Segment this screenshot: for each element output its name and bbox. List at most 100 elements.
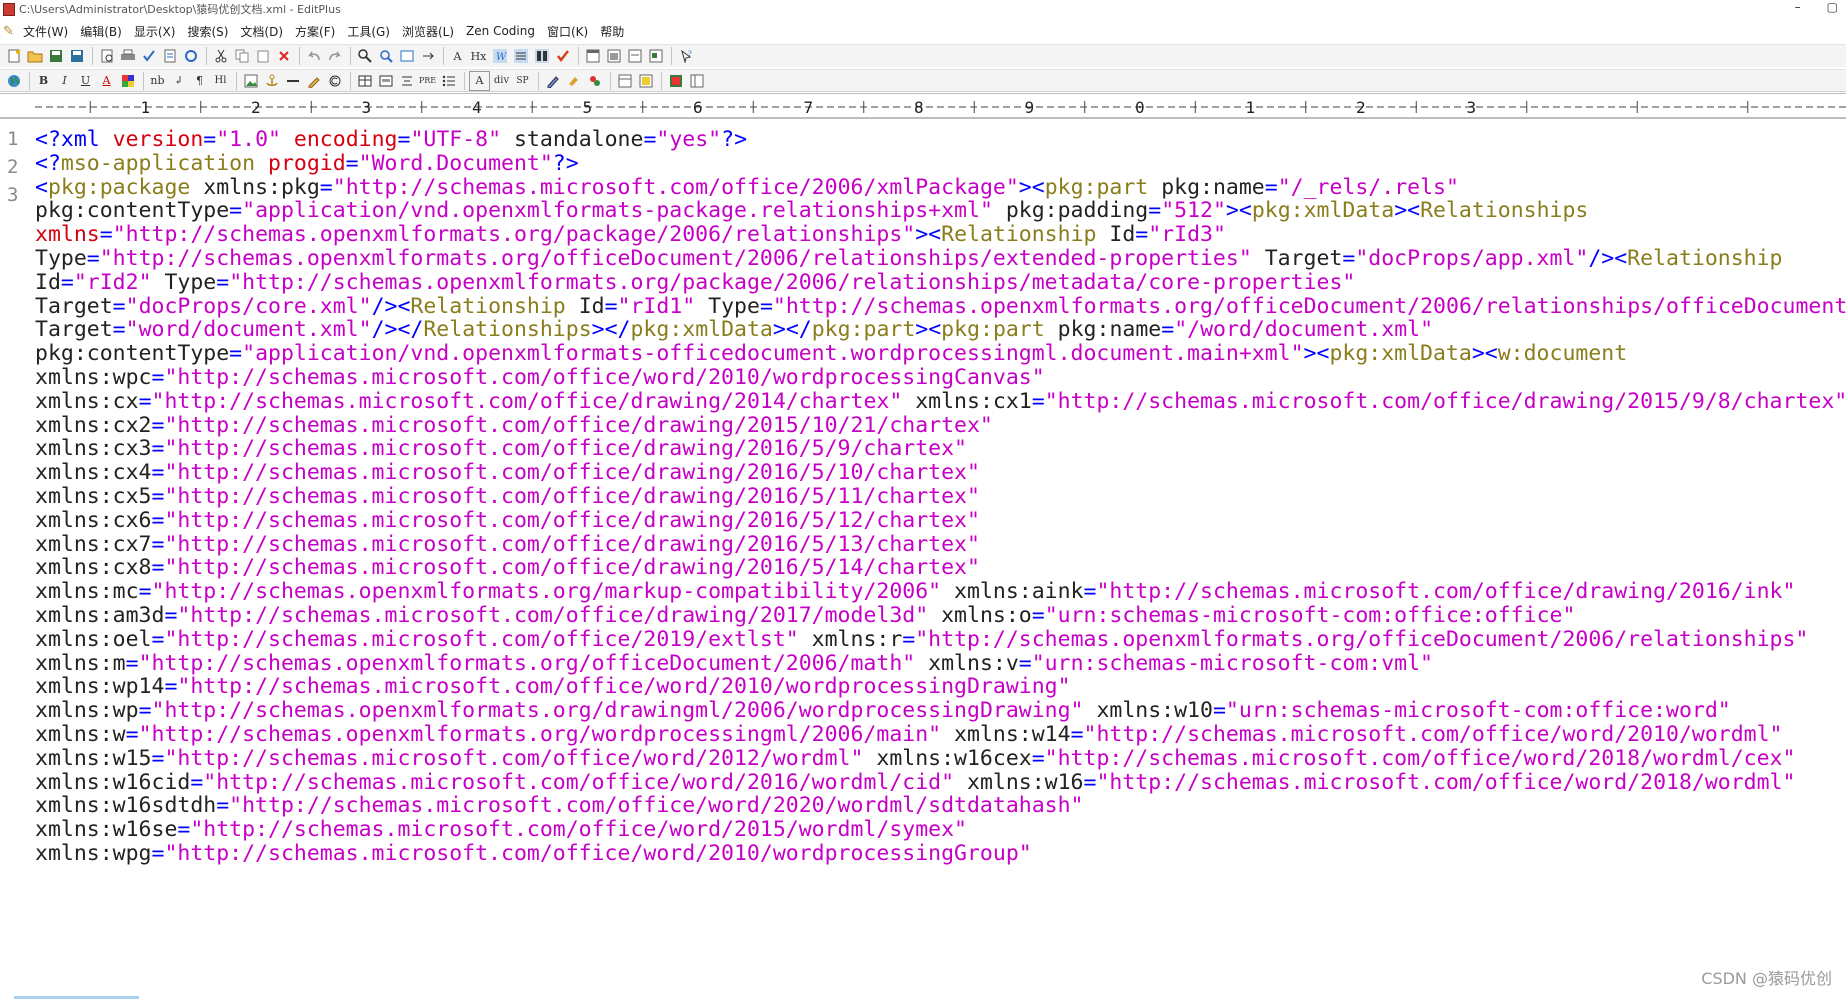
code-token: >< xyxy=(915,317,942,343)
goto-line-icon[interactable] xyxy=(418,47,437,65)
code-token: xmlns:pkg xyxy=(203,174,320,200)
code-token: xmlns:r xyxy=(798,626,903,652)
code-token: = xyxy=(151,507,165,533)
anchor-icon[interactable] xyxy=(262,72,281,90)
pre-button[interactable]: PRE xyxy=(418,72,437,90)
code-token: xmlns:cx8 xyxy=(35,555,152,581)
open-folder-icon[interactable] xyxy=(25,47,44,65)
menu-help[interactable]: 帮助 xyxy=(594,23,630,40)
css-edit-icon[interactable] xyxy=(543,72,562,90)
code-token: xmlns:aink xyxy=(941,579,1084,605)
help-icon[interactable]: ? xyxy=(676,47,695,65)
column-mode-icon[interactable] xyxy=(532,47,551,65)
directory-window-icon[interactable] xyxy=(646,47,665,65)
split-window-icon[interactable] xyxy=(604,47,623,65)
menu-browser[interactable]: 浏览器(L) xyxy=(396,23,460,40)
cut-icon[interactable] xyxy=(211,47,230,65)
check-mark-icon[interactable] xyxy=(553,47,572,65)
code-token: xmlns:w16se xyxy=(35,817,178,843)
browser-view-icon[interactable] xyxy=(583,47,602,65)
clip-text-icon[interactable] xyxy=(625,47,644,65)
menu-view[interactable]: 显示(X) xyxy=(128,23,182,40)
delete-icon[interactable] xyxy=(274,47,293,65)
ruler-number: 1 xyxy=(1246,98,1256,117)
copy-icon[interactable] xyxy=(232,47,251,65)
find-in-files-icon[interactable] xyxy=(376,47,395,65)
preview-browser-icon[interactable] xyxy=(615,72,634,90)
ruler-number: 8 xyxy=(914,98,924,117)
nbsp-button[interactable]: nb xyxy=(148,72,167,90)
code-token: ?> xyxy=(721,127,748,152)
window-layout-icon[interactable] xyxy=(687,72,706,90)
frame-icon[interactable] xyxy=(636,72,655,90)
menu-search[interactable]: 搜索(S) xyxy=(181,23,234,40)
code-token: = xyxy=(138,698,152,724)
html-toolbar-image-icon[interactable] xyxy=(666,72,685,90)
line-number-toggle-icon[interactable] xyxy=(511,47,530,65)
image-icon[interactable] xyxy=(241,72,260,90)
code-token: pkg:part xyxy=(1044,174,1162,200)
paste-icon[interactable] xyxy=(253,47,272,65)
menu-zen-coding[interactable]: Zen Coding xyxy=(460,24,541,38)
code-line[interactable]: xmlns:wpg="http://schemas.microsoft.com/… xyxy=(35,840,1032,868)
comment-icon[interactable] xyxy=(304,72,323,90)
code-token: >< xyxy=(1225,198,1252,224)
menu-file[interactable]: 文件(W) xyxy=(17,23,74,40)
code-token: "http://schemas.microsoft.com/office/wor… xyxy=(1096,769,1796,795)
code-token: = xyxy=(1161,317,1175,343)
div-button[interactable]: div xyxy=(492,72,511,90)
heading-button[interactable]: Hl xyxy=(211,72,230,90)
font-icon[interactable]: A xyxy=(448,47,467,65)
bold-button[interactable]: B xyxy=(34,72,53,90)
find-icon[interactable] xyxy=(355,47,374,65)
save-icon[interactable] xyxy=(46,47,65,65)
form-icon[interactable] xyxy=(376,72,395,90)
list-icon[interactable] xyxy=(439,72,458,90)
color-grid-icon[interactable] xyxy=(118,72,137,90)
spell-check-icon[interactable] xyxy=(139,47,158,65)
hex-view-icon[interactable]: Hx xyxy=(469,47,488,65)
style-icon[interactable] xyxy=(564,72,583,90)
menu-window[interactable]: 窗口(K) xyxy=(541,23,594,40)
minimize-button[interactable]: – xyxy=(1795,0,1801,14)
new-file-icon[interactable] xyxy=(4,47,23,65)
horizontal-rule-icon[interactable] xyxy=(283,72,302,90)
menu-tools[interactable]: 工具(G) xyxy=(341,23,396,40)
center-icon[interactable] xyxy=(397,72,416,90)
copyright-icon[interactable] xyxy=(325,72,344,90)
replace-icon[interactable] xyxy=(397,47,416,65)
code-token: "http://schemas.microsoft.com/office/dra… xyxy=(164,507,980,533)
code-token: = xyxy=(138,388,152,414)
undo-icon[interactable] xyxy=(304,47,323,65)
code-token: = xyxy=(759,293,773,319)
line-break-button[interactable]: ↲ xyxy=(169,72,188,90)
code-token: Target xyxy=(35,317,113,343)
print-preview-icon[interactable] xyxy=(97,47,116,65)
code-token: Target xyxy=(1251,246,1343,271)
table-icon[interactable] xyxy=(355,72,374,90)
print-icon[interactable] xyxy=(118,47,137,65)
span-button[interactable]: SP xyxy=(513,72,532,90)
code-token: "http://schemas.microsoft.com/office/200… xyxy=(332,174,1019,200)
menu-document[interactable]: 文档(D) xyxy=(234,23,289,40)
code-token: = xyxy=(151,745,165,771)
globe-icon[interactable] xyxy=(4,72,23,90)
script-icon[interactable] xyxy=(585,72,604,90)
menu-project[interactable]: 方案(F) xyxy=(289,23,341,40)
font-color-button[interactable]: A xyxy=(97,72,116,90)
italic-button[interactable]: I xyxy=(55,72,74,90)
paragraph-button[interactable]: ¶ xyxy=(190,72,209,90)
font-tag-button[interactable]: A xyxy=(469,70,490,91)
restore-button[interactable]: ▢ xyxy=(1827,0,1838,14)
toolbar-separator xyxy=(464,71,465,90)
underline-button[interactable]: U xyxy=(76,72,95,90)
redo-icon[interactable] xyxy=(325,47,344,65)
code-editor[interactable]: 1 2 3 <?xml version="1.0" encoding="UTF-… xyxy=(0,126,1846,999)
save-all-icon[interactable] xyxy=(67,47,86,65)
document-properties-icon[interactable] xyxy=(160,47,179,65)
word-wrap-icon[interactable]: W xyxy=(490,47,509,65)
menu-edit[interactable]: 编辑(B) xyxy=(74,23,128,40)
toolbar-separator xyxy=(143,71,144,90)
code-token: xmlns:cx1 xyxy=(902,388,1032,414)
sync-icon[interactable] xyxy=(181,47,200,65)
